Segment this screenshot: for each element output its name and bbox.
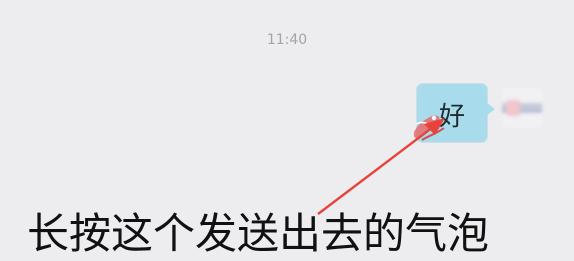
chat-area: 11:40 好 长按这个发送出去的气泡 — [0, 0, 574, 261]
instruction-caption: 长按这个发送出去的气泡 — [27, 209, 490, 258]
